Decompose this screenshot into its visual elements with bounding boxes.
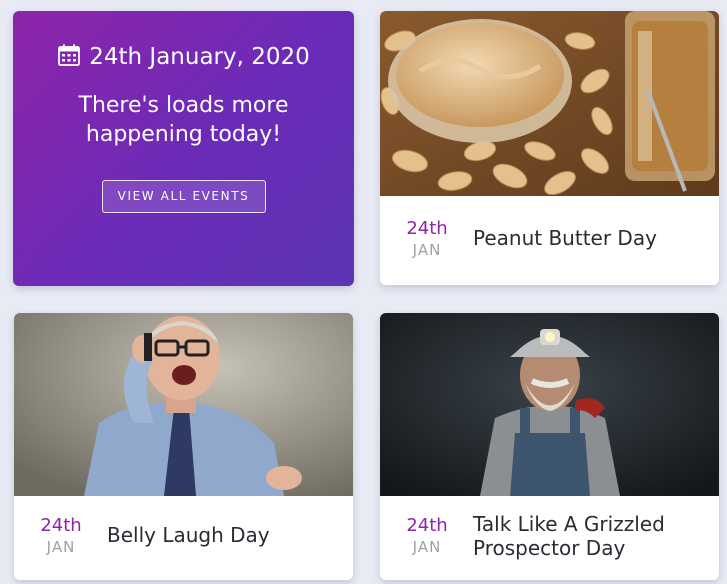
event-title: Talk Like A Grizzled Prospector Day [473,512,665,560]
prospector-photo [380,313,719,496]
view-all-events-button[interactable]: VIEW ALL EVENTS [101,180,266,213]
event-month: JAN [412,241,442,259]
event-info: 24th JAN Talk Like A Grizzled Prospector… [380,496,719,580]
promo-date-text: 24th January, 2020 [89,44,310,70]
event-title: Peanut Butter Day [473,226,657,250]
event-card-peanut-butter[interactable]: 24th JAN Peanut Butter Day [380,11,719,285]
event-month: JAN [412,538,442,556]
event-card-belly-laugh[interactable]: 24th JAN Belly Laugh Day [14,313,353,580]
promo-date-heading: 24th January, 2020 [13,43,354,71]
peanut-butter-photo [380,11,719,196]
promo-card: 24th January, 2020 There's loads more ha… [13,11,354,286]
event-card-prospector[interactable]: 24th JAN Talk Like A Grizzled Prospector… [380,313,719,580]
laughing-man-photo [14,313,353,496]
event-info: 24th JAN Belly Laugh Day [14,496,353,580]
event-info: 24th JAN Peanut Butter Day [380,196,719,285]
event-day: 24th [40,515,82,536]
calendar-icon [58,44,81,66]
promo-subtitle: There's loads more happening today! [78,93,289,147]
event-day: 24th [406,515,448,536]
event-title: Belly Laugh Day [107,523,270,547]
event-month: JAN [46,538,76,556]
event-day: 24th [406,218,448,239]
